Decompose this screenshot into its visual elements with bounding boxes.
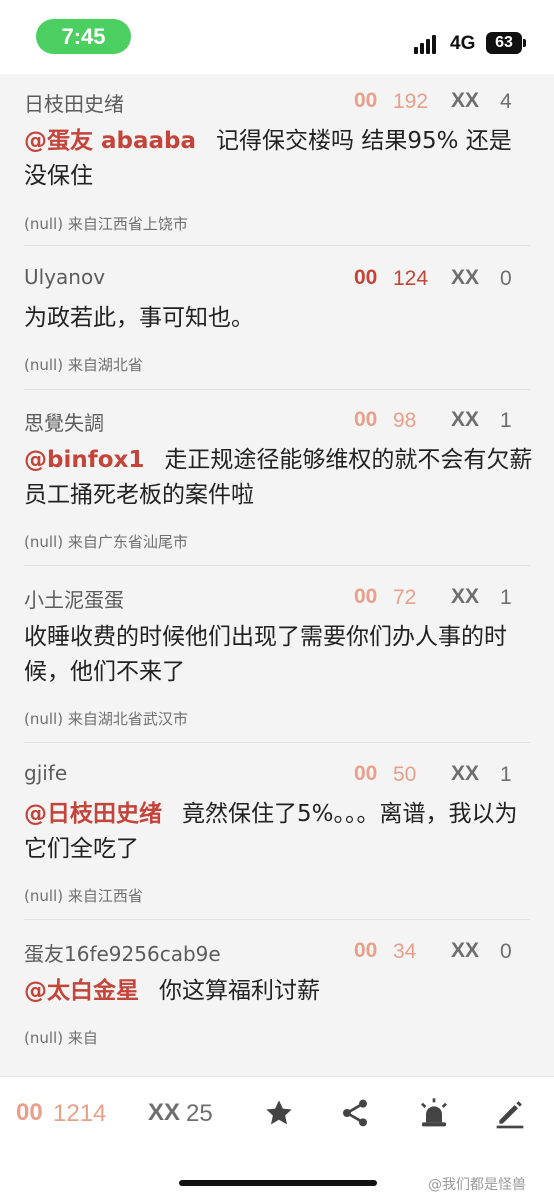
comment-body: @太白金星 你这算福利讨薪 [24,974,534,1009]
divider [24,565,530,566]
comment-body: @蛋友 abaaba 记得保交楼吗 结果95% 还是没保住 [24,124,534,194]
dislike-icon[interactable]: XX [451,89,479,113]
comment-body: 为政若此，事可知也。 [24,301,534,336]
comment-username[interactable]: 日枝田史绪 [24,88,124,117]
comment-text: 为政若此，事可知也。 [24,305,254,331]
dislike-count: 4 [500,90,512,113]
comment-meta: (null) 来自湖北省 [24,356,143,374]
divider [24,245,530,246]
comment-body: @日枝田史绪 竟然保住了5%。。。离谱，我以为它们全吃了 [24,797,534,867]
dislike-count: 1 [500,763,512,786]
watermark: @我们都是怪兽 [428,1177,526,1193]
like-icon[interactable]: 00 [354,89,377,113]
post-dislike-icon[interactable]: XX [148,1099,180,1127]
divider [24,389,530,390]
comment-mention[interactable]: @日枝田史绪 [24,801,162,827]
comment-mention[interactable]: @蛋友 abaaba [24,128,196,154]
comment-list[interactable]: 日枝田史绪 00 192 XX 4 @蛋友 abaaba 记得保交楼吗 结果95%… [0,74,554,1076]
like-icon[interactable]: 00 [354,762,377,786]
comment-mention[interactable]: @binfox1 [24,447,144,473]
network-type: 4G [450,33,476,54]
like-count: 50 [393,763,417,786]
dislike-count: 1 [500,409,512,432]
like-icon[interactable]: 00 [354,939,377,963]
battery-icon: 63 [486,32,522,54]
dislike-icon[interactable]: XX [451,266,479,290]
battery-tip [523,39,526,47]
dislike-icon[interactable]: XX [451,939,479,963]
like-icon[interactable]: 00 [354,408,377,432]
comment-body: 收睡收费的时候他们出现了需要你们办人事的时候，他们不来了 [24,620,534,690]
like-icon[interactable]: 00 [354,585,377,609]
dislike-count: 0 [500,267,512,290]
comment-meta: (null) 来自湖北省武汉市 [24,710,188,728]
dislike-icon[interactable]: XX [451,762,479,786]
comment-meta: (null) 来自 [24,1029,98,1047]
star-icon[interactable] [263,1097,295,1129]
like-count: 124 [393,267,429,290]
dislike-icon[interactable]: XX [451,585,479,609]
like-count: 98 [393,409,417,432]
dislike-icon[interactable]: XX [451,408,479,432]
comment-meta: (null) 来自广东省汕尾市 [24,533,188,551]
like-count: 72 [393,586,417,609]
post-like-icon[interactable]: 00 [16,1099,43,1127]
comment-username[interactable]: 蛋友16fe9256cab9e [24,938,221,967]
comment-mention[interactable]: @太白金星 [24,978,139,1004]
share-icon[interactable] [339,1097,371,1129]
divider [24,742,530,743]
post-dislike-count[interactable]: 25 [186,1100,213,1128]
status-bar: 7:45 4G 63 [0,0,554,74]
comment-username[interactable]: Ulyanov [24,265,105,289]
like-count: 34 [393,940,417,963]
post-like-count[interactable]: 1214 [53,1100,106,1128]
comment-meta: (null) 来自江西省 [24,887,143,905]
home-indicator[interactable] [179,1180,377,1186]
comment-text: 你这算福利讨薪 [159,978,320,1004]
comment-meta: (null) 来自江西省上饶市 [24,215,188,233]
divider [24,919,530,920]
like-icon[interactable]: 00 [354,266,377,290]
like-count: 192 [393,90,429,113]
comment-text: 收睡收费的时候他们出现了需要你们办人事的时候，他们不来了 [24,624,507,685]
comment-username[interactable]: 小土泥蛋蛋 [24,584,124,613]
dislike-count: 0 [500,940,512,963]
alarm-icon[interactable] [418,1097,450,1129]
dislike-count: 1 [500,586,512,609]
comment-username[interactable]: 思覺失調 [24,407,104,436]
comment-username[interactable]: gjife [24,761,67,785]
edit-icon[interactable] [494,1097,526,1129]
comment-body: @binfox1 走正规途径能够维权的就不会有欠薪员工捅死老板的案件啦 [24,443,534,513]
status-time: 7:45 [36,19,131,54]
signal-icon [414,34,440,54]
